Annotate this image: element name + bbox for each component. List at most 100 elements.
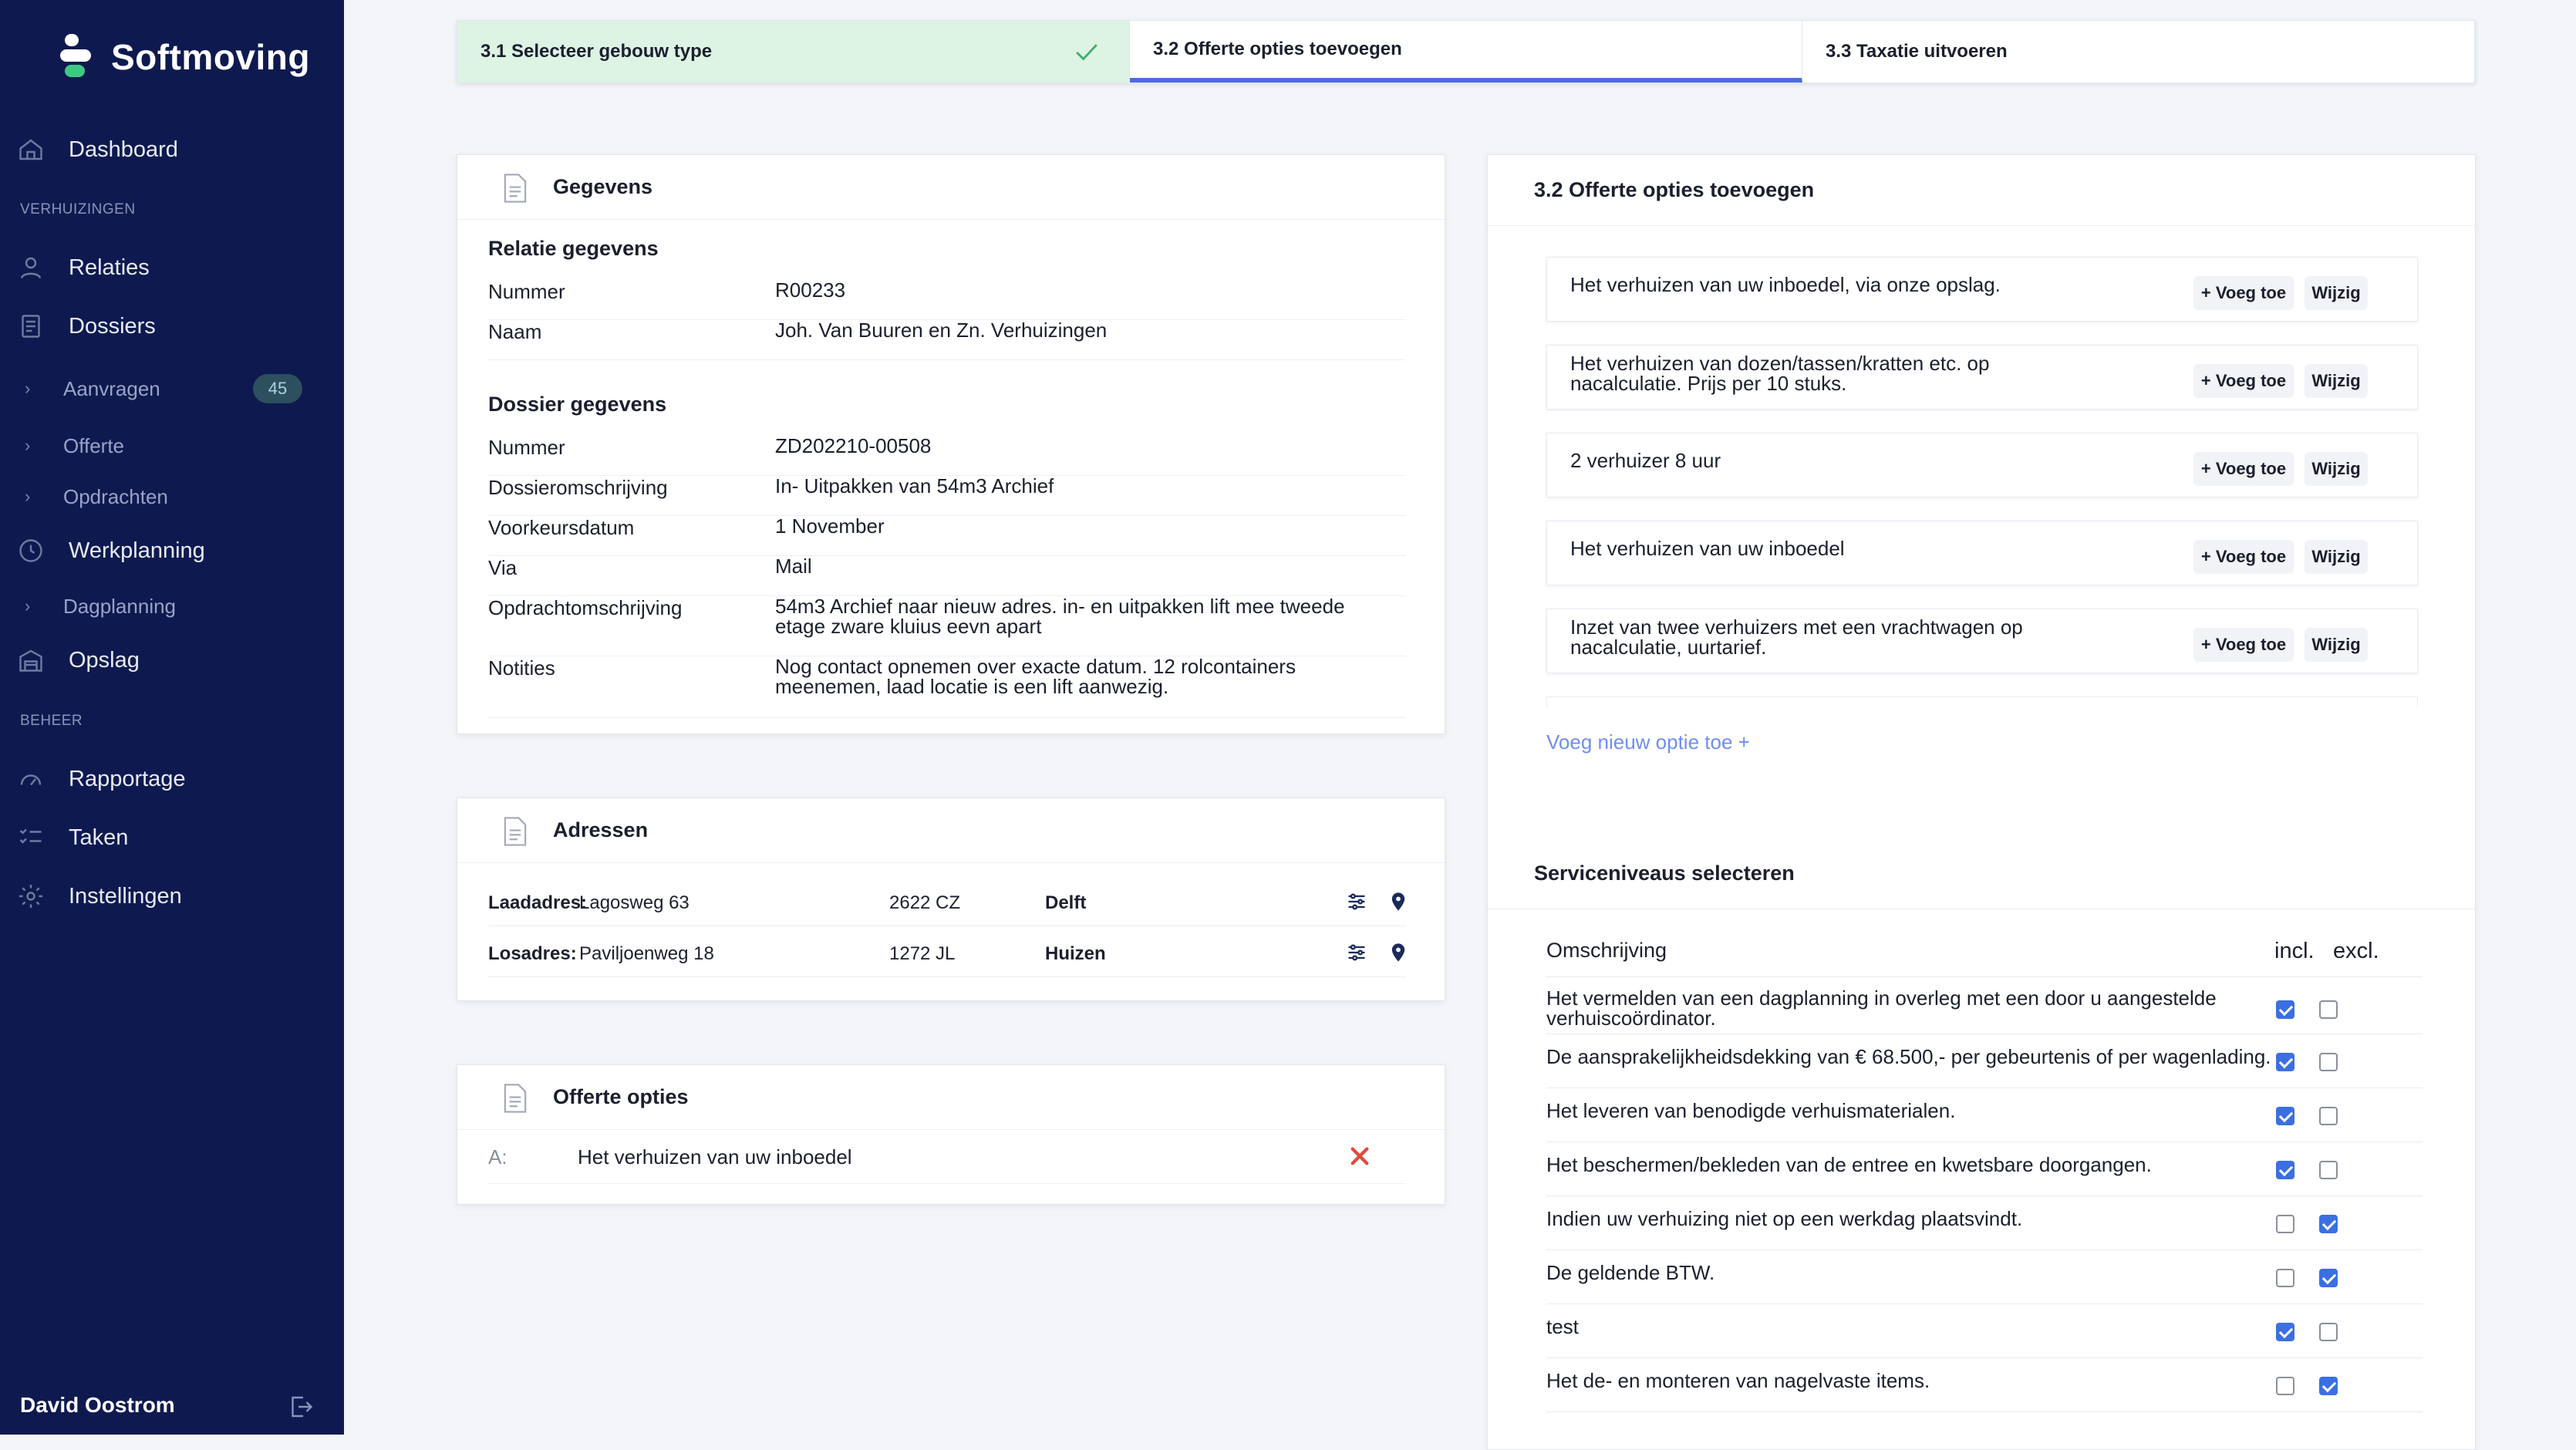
map-pin-icon[interactable] xyxy=(1387,891,1409,912)
sidebar: Softmoving Dashboard VERHUIZINGEN Relati… xyxy=(0,0,344,1435)
option-item-clipped xyxy=(1546,696,2418,707)
edit-option-button[interactable]: Wijzig xyxy=(2305,276,2368,310)
section-label-beheer: BEHEER xyxy=(20,713,83,729)
option-text: Het verhuizen van uw inboedel xyxy=(578,1145,852,1168)
add-option-button[interactable]: + Voeg toe xyxy=(2193,364,2294,398)
step-label: 3.2 Offerte opties toevoegen xyxy=(1153,39,1402,59)
incl-checkbox[interactable] xyxy=(2276,1323,2294,1341)
excl-checkbox[interactable] xyxy=(2319,1107,2338,1125)
incl-checkbox[interactable] xyxy=(2276,1269,2294,1287)
excl-checkbox[interactable] xyxy=(2319,1000,2338,1019)
chevron-right-icon: › xyxy=(25,379,31,398)
address-row-laad: Laadadres: Lagosweg 63 2622 CZ Delft xyxy=(488,875,1406,926)
sidebar-item-relaties[interactable]: Relaties xyxy=(0,252,344,283)
option-letter: A: xyxy=(488,1145,507,1168)
edit-option-button[interactable]: Wijzig xyxy=(2305,452,2368,486)
sidebar-item-label: Rapportage xyxy=(69,766,186,791)
incl-checkbox[interactable] xyxy=(2276,1161,2294,1179)
sidebar-item-offerte[interactable]: › Offerte xyxy=(0,430,344,461)
kv-row: Naam Joh. Van Buuren en Zn. Verhuizingen xyxy=(488,320,1406,360)
option-text: Het verhuizen van uw inboedel, via onze … xyxy=(1570,273,2001,296)
card-title: Gegevens xyxy=(553,175,653,198)
excl-checkbox[interactable] xyxy=(2319,1377,2338,1395)
service-text: De aansprakelijkheidsdekking van € 68.50… xyxy=(1546,1045,2271,1068)
kv-value: Mail xyxy=(775,555,812,578)
sidebar-item-rapportage[interactable]: Rapportage xyxy=(0,764,344,794)
sidebar-item-label: Werkplanning xyxy=(69,538,205,563)
card-title: Adressen xyxy=(553,818,649,841)
incl-checkbox[interactable] xyxy=(2276,1215,2294,1233)
edit-option-button[interactable]: Wijzig xyxy=(2305,364,2368,398)
kv-row: Notities Nog contact opnemen over exacte… xyxy=(488,656,1406,718)
address-row-los: Losadres: Paviljoenweg 18 1272 JL Huizen xyxy=(488,926,1406,977)
sidebar-item-label: Dossiers xyxy=(69,313,156,339)
incl-checkbox[interactable] xyxy=(2276,1053,2294,1071)
offerte-opties-card: Offerte opties A: Het verhuizen van uw i… xyxy=(457,1064,1445,1205)
kv-value: In- Uitpakken van 54m3 Archief xyxy=(775,474,1054,497)
gauge-icon xyxy=(20,774,42,786)
sidebar-item-dashboard[interactable]: Dashboard xyxy=(0,134,344,165)
kv-row: Nummer ZD202210-00508 xyxy=(488,436,1406,476)
app-logo[interactable]: Softmoving xyxy=(60,34,310,80)
service-text: Het leveren van benodigde verhuismateria… xyxy=(1546,1099,1956,1122)
remove-icon[interactable] xyxy=(1347,1144,1372,1168)
kv-value: 1 November xyxy=(775,514,885,538)
sliders-icon[interactable] xyxy=(1346,891,1367,912)
kv-value: R00233 xyxy=(775,278,846,302)
step-2[interactable]: 3.2 Offerte opties toevoegen xyxy=(1130,21,1802,83)
add-option-button[interactable]: + Voeg toe xyxy=(2193,628,2294,662)
col-incl: incl. xyxy=(2274,939,2315,963)
step-1[interactable]: 3.1 Selecteer gebouw type xyxy=(457,21,1130,83)
option-text: 2 verhuizer 8 uur xyxy=(1570,449,1721,472)
excl-checkbox[interactable] xyxy=(2319,1269,2338,1287)
add-option-button[interactable]: + Voeg toe xyxy=(2193,276,2294,310)
sidebar-item-label: Offerte xyxy=(63,433,125,457)
kv-value: Joh. Van Buuren en Zn. Verhuizingen xyxy=(775,319,1108,342)
sidebar-item-label: Opdrachten xyxy=(63,484,168,508)
sliders-icon[interactable] xyxy=(1346,942,1367,963)
step-3[interactable]: 3.3 Taxatie uitvoeren xyxy=(1802,21,2475,83)
kv-value: ZD202210-00508 xyxy=(775,434,932,457)
add-new-option-link[interactable]: Voeg nieuw optie toe + xyxy=(1546,730,1750,754)
service-table-header: Omschrijving incl. excl. xyxy=(1546,939,2423,977)
sidebar-item-dossiers[interactable]: Dossiers xyxy=(0,311,344,342)
option-text: Het verhuizen van uw inboedel xyxy=(1570,537,1845,560)
panel-header: 3.2 Offerte opties toevoegen xyxy=(1488,155,2475,226)
count-badge: 45 xyxy=(253,374,302,403)
address-type: Losadres: xyxy=(488,943,577,964)
sidebar-item-taken[interactable]: Taken xyxy=(0,822,344,853)
logout-icon[interactable] xyxy=(287,1393,315,1421)
kv-label: Notities xyxy=(488,656,555,679)
add-option-button[interactable]: + Voeg toe xyxy=(2193,540,2294,574)
service-text: Het beschermen/bekleden van de entree en… xyxy=(1546,1153,2152,1176)
opties-panel: 3.2 Offerte opties toevoegen Het verhuiz… xyxy=(1487,154,2476,1450)
sidebar-item-opslag[interactable]: Opslag xyxy=(0,645,344,676)
incl-checkbox[interactable] xyxy=(2276,1377,2294,1395)
sidebar-item-label: Dashboard xyxy=(69,137,178,162)
sidebar-item-dagplanning[interactable]: › Dagplanning xyxy=(0,591,344,622)
add-option-button[interactable]: + Voeg toe xyxy=(2193,452,2294,486)
incl-checkbox[interactable] xyxy=(2276,1000,2294,1019)
panel-title: 3.2 Offerte opties toevoegen xyxy=(1534,178,1815,201)
excl-checkbox[interactable] xyxy=(2319,1161,2338,1179)
gegevens-card: Gegevens Relatie gegevens Nummer R00233 … xyxy=(457,154,1445,734)
map-pin-icon[interactable] xyxy=(1387,942,1409,963)
sidebar-item-instellingen[interactable]: Instellingen xyxy=(0,881,344,912)
incl-checkbox[interactable] xyxy=(2276,1107,2294,1125)
wizard-stepper: 3.1 Selecteer gebouw type 3.2 Offerte op… xyxy=(457,20,2476,83)
sidebar-item-aanvragen[interactable]: › Aanvragen 45 xyxy=(0,373,344,404)
sidebar-item-opdrachten[interactable]: › Opdrachten xyxy=(0,481,344,512)
excl-checkbox[interactable] xyxy=(2319,1215,2338,1233)
service-row: Het beschermen/bekleden van de entree en… xyxy=(1546,1142,2423,1196)
edit-option-button[interactable]: Wijzig xyxy=(2305,540,2368,574)
excl-checkbox[interactable] xyxy=(2319,1053,2338,1071)
service-row: Het de- en monteren van nagelvaste items… xyxy=(1546,1358,2423,1412)
user-name: David Oostrom xyxy=(20,1393,175,1417)
excl-checkbox[interactable] xyxy=(2319,1323,2338,1341)
service-row: Indien uw verhuizing niet op een werkdag… xyxy=(1546,1196,2423,1250)
edit-option-button[interactable]: Wijzig xyxy=(2305,628,2368,662)
document-icon xyxy=(504,174,527,203)
kv-row: Via Mail xyxy=(488,556,1406,596)
sidebar-item-werkplanning[interactable]: Werkplanning xyxy=(0,535,344,566)
service-text: test xyxy=(1546,1315,1579,1338)
